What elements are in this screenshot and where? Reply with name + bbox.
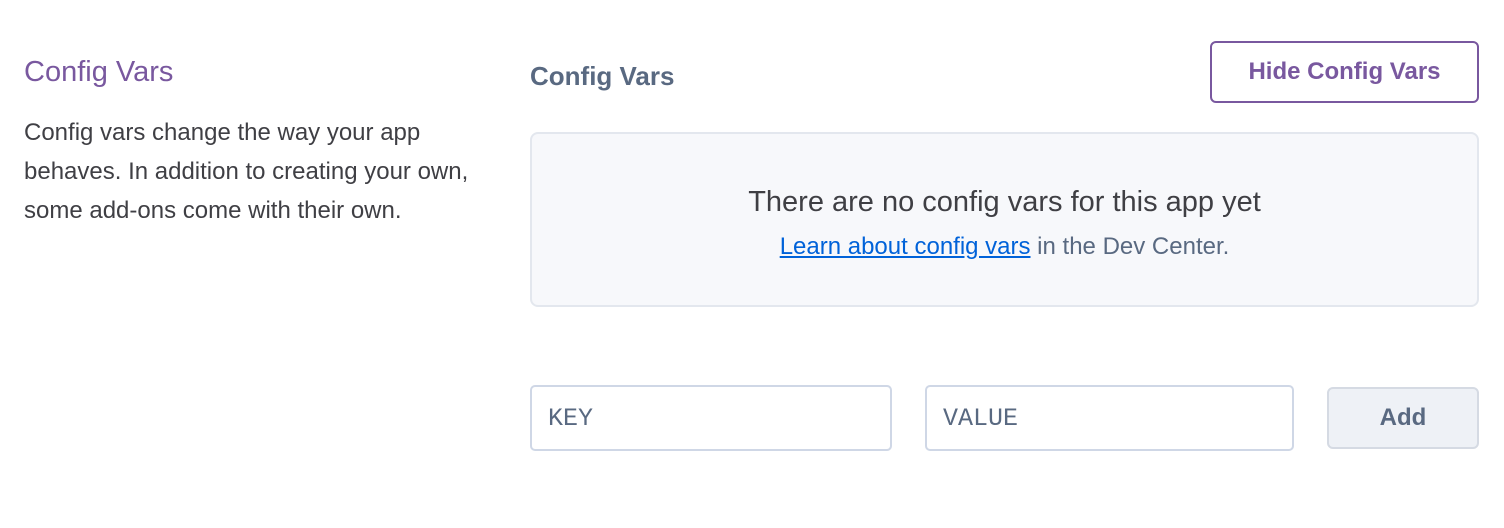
section-description: Config vars change the way your app beha… (24, 119, 469, 224)
empty-state-panel: There are no config vars for this app ye… (530, 132, 1479, 307)
empty-state-suffix: in the Dev Center. (1030, 233, 1230, 260)
hide-config-vars-button[interactable]: Hide Config Vars (1210, 41, 1479, 103)
config-vars-settings-section: Config Vars Config vars change the way y… (0, 0, 1504, 528)
section-title: Config Vars (24, 56, 174, 88)
add-config-var-button[interactable]: Add (1327, 387, 1479, 449)
empty-state-title: There are no config vars for this app ye… (748, 186, 1261, 218)
learn-config-vars-link[interactable]: Learn about config vars (780, 233, 1031, 260)
value-input[interactable] (925, 385, 1294, 451)
empty-state-subtitle: Learn about config vars in the Dev Cente… (532, 231, 1477, 263)
key-input[interactable] (530, 385, 892, 451)
config-vars-heading: Config Vars (530, 61, 675, 91)
